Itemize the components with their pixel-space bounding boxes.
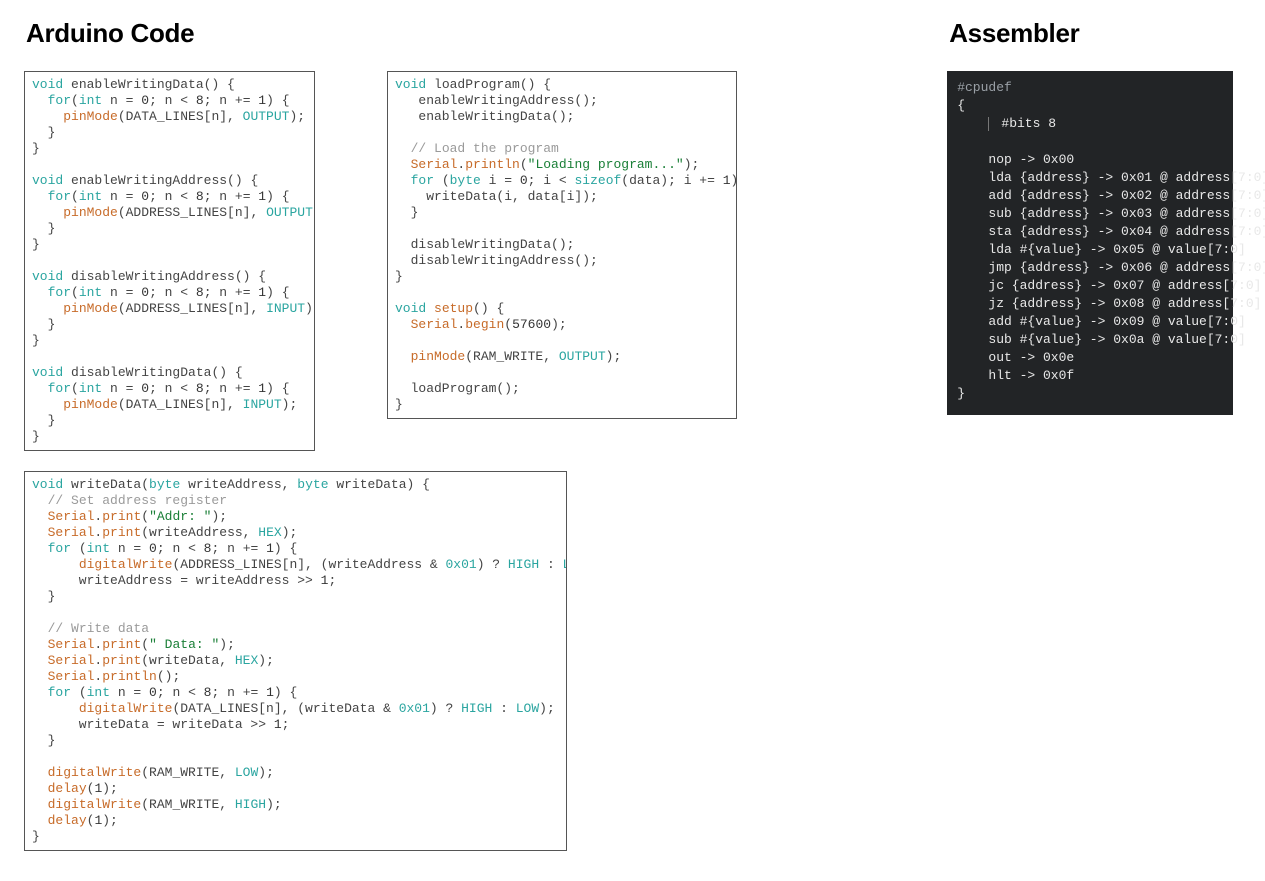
assembler-code-block: #cpudef { #bits 8 nop -> 0x00 lda {addre…	[947, 71, 1233, 415]
assembler-heading: Assembler	[949, 18, 1245, 49]
arduino-code-block-c: void writeData(byte writeAddress, byte w…	[24, 471, 567, 851]
arduino-heading: Arduino Code	[26, 18, 947, 49]
arduino-code-block-b: void loadProgram() { enableWritingAddres…	[387, 71, 737, 419]
arduino-code-block-a: void enableWritingData() { for(int n = 0…	[24, 71, 315, 451]
